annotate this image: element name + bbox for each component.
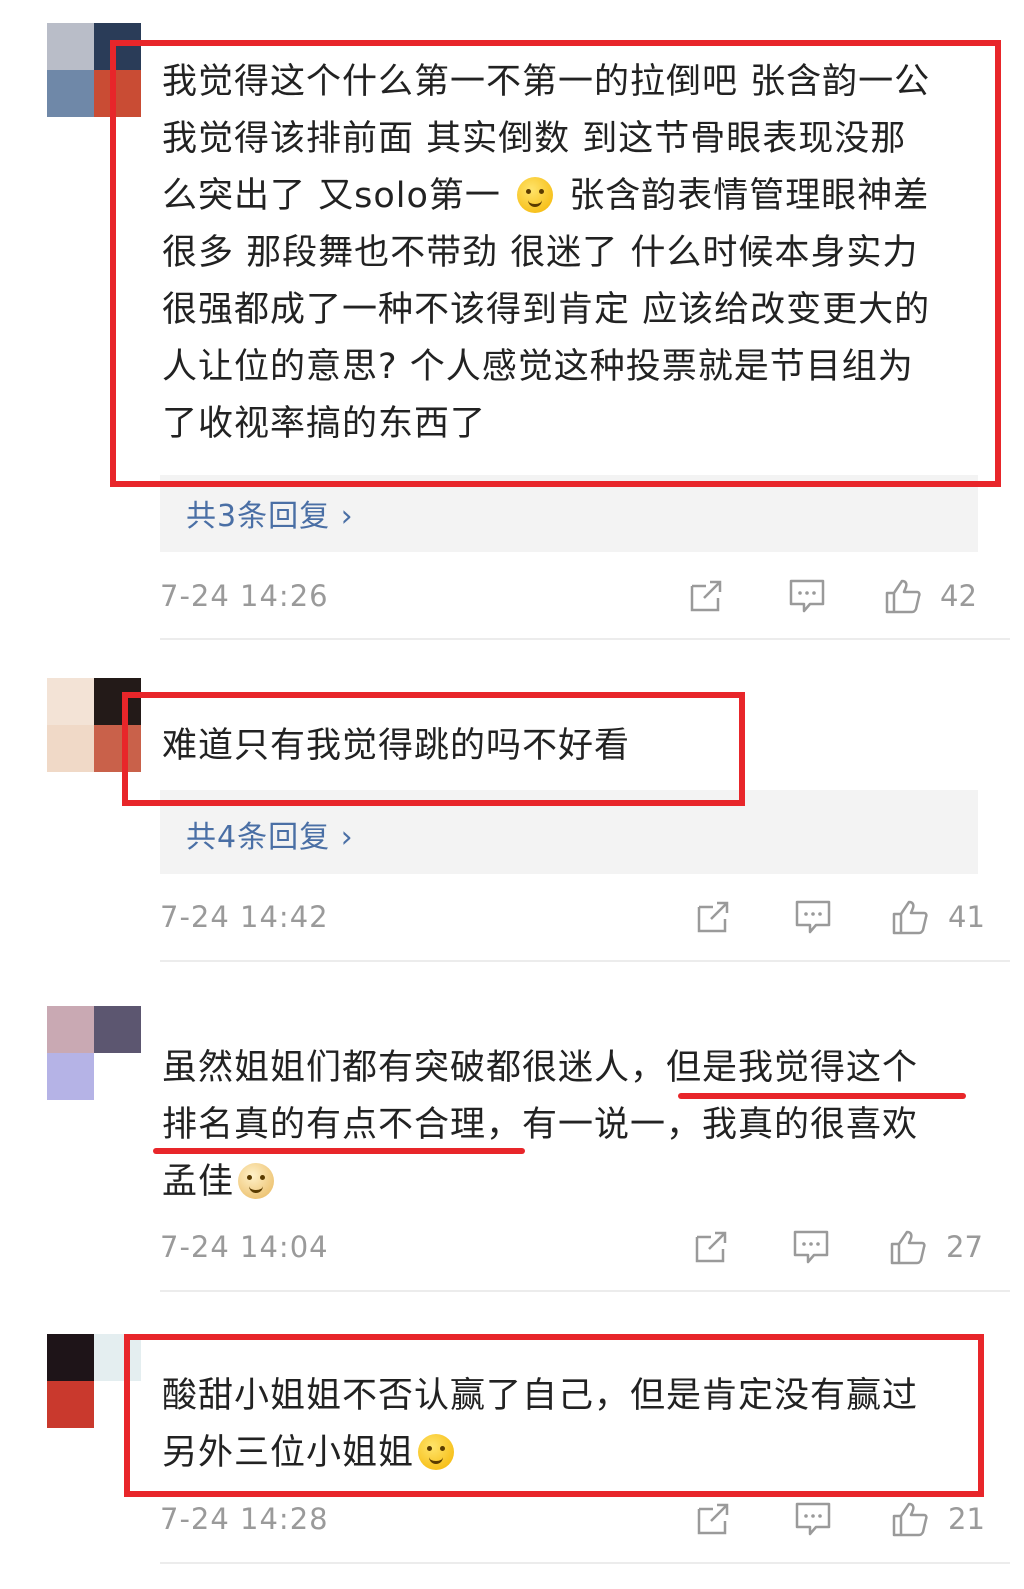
share-icon[interactable] [688,578,726,614]
comment-line: 排名真的有点不合理，有一说一，我真的很喜欢 [162,1105,919,1145]
comment-line-part: 孟佳 [162,1162,235,1202]
divider [160,1562,1010,1564]
thumbs-up-icon[interactable] [891,1501,929,1537]
highlight-box [124,1334,984,1497]
share-icon[interactable] [695,899,733,935]
avatar-tile [47,1006,94,1053]
view-replies-link[interactable]: 共4条回复 › [186,812,354,856]
divider [160,1290,1010,1292]
view-replies-link[interactable]: 共3条回复 › [186,491,354,535]
highlight-box [122,692,745,806]
comment-line: 虽然姐姐们都有突破都很迷人，但是我觉得这个 [162,1048,919,1088]
avatar-tile [47,725,94,772]
share-icon[interactable] [693,1229,731,1265]
timestamp: 7-24 14:42 [160,900,329,934]
comment-icon[interactable] [794,899,832,935]
thumbs-up-icon[interactable] [891,899,929,935]
timestamp: 7-24 14:28 [160,1502,329,1536]
timestamp: 7-24 14:04 [160,1230,329,1264]
like-count: 21 [948,1502,985,1536]
highlight-underline [678,1093,966,1099]
avatar-tile [47,1381,94,1428]
highlight-underline [153,1148,525,1154]
doge-emoji-icon [238,1163,275,1199]
thumbs-up-icon[interactable] [889,1229,927,1265]
share-icon[interactable] [695,1501,733,1537]
avatar[interactable] [47,1006,141,1100]
comment-meta: 7-24 14:28 21 [160,1494,985,1544]
highlight-box [110,40,1001,487]
comment-meta: 7-24 14:04 27 [160,1222,983,1272]
like-count: 41 [948,900,985,934]
comment-meta: 7-24 14:42 41 [160,892,985,942]
timestamp: 7-24 14:26 [160,579,329,613]
avatar-tile [47,1053,94,1100]
comment-meta: 7-24 14:26 42 [160,571,980,621]
like-count: 42 [940,579,977,613]
avatar-tile [94,1053,141,1100]
comment-icon[interactable] [794,1501,832,1537]
divider [160,638,1010,640]
comment-text: 虽然姐姐们都有突破都很迷人，但是我觉得这个 排名真的有点不合理，有一说一，我真的… [162,1040,918,1211]
comment-line-with-emoji: 孟佳 [162,1154,918,1211]
avatar-tile [47,70,94,117]
avatar-tile [47,23,94,70]
comment-icon[interactable] [792,1229,830,1265]
thumbs-up-icon[interactable] [884,578,922,614]
divider [160,960,1010,962]
avatar-tile [47,678,94,725]
avatar-tile [94,1006,141,1053]
comment-icon[interactable] [788,578,826,614]
avatar-tile [47,1334,94,1381]
like-count: 27 [946,1230,983,1264]
